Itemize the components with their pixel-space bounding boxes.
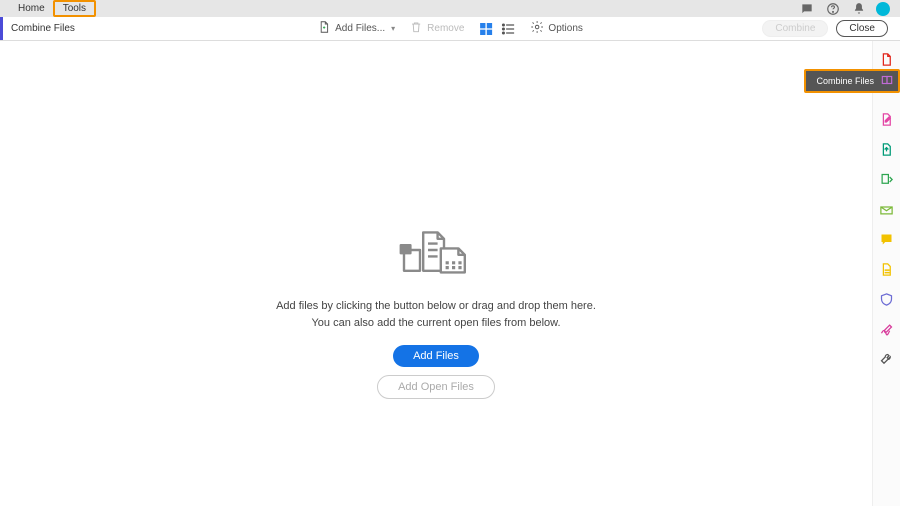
options-label: Options [548,23,582,34]
remove-tool: Remove [409,20,464,37]
combine-files-icon [880,73,894,89]
create-pdf-icon[interactable] [879,51,895,67]
scan-ocr-icon[interactable] [879,261,895,277]
top-nav: Home Tools [10,0,96,17]
help-icon[interactable] [824,0,842,18]
avatar[interactable] [876,2,890,16]
export-pdf-icon[interactable] [879,141,895,157]
drop-hint: Add files by clicking the button below o… [276,298,596,331]
hint-line-1: Add files by clicking the button below o… [276,298,596,315]
rail-flyout-label: Combine Files [816,76,874,86]
app-topbar: Home Tools [0,0,900,17]
comment-icon[interactable] [879,231,895,247]
add-open-files-button[interactable]: Add Open Files [377,375,495,399]
remove-label: Remove [427,23,464,34]
chevron-down-icon: ▾ [391,24,395,33]
tool-subbar: Combine Files Add Files... ▾ Remove [0,17,900,41]
add-file-icon [317,20,331,37]
fill-sign-icon[interactable] [879,321,895,337]
gear-icon [530,20,544,37]
notification-icon[interactable] [850,0,868,18]
add-files-button[interactable]: Add Files [393,345,479,367]
chat-icon[interactable] [798,0,816,18]
subbar-right: Combine Close [762,20,900,37]
subbar-center: Add Files... ▾ Remove Options [317,20,583,37]
drop-canvas[interactable]: Add files by clicking the button below o… [0,41,872,506]
edit-pdf-icon[interactable] [879,111,895,127]
main-area: Add files by clicking the button below o… [0,41,900,506]
organize-pages-icon[interactable] [879,171,895,187]
grid-view-button[interactable] [478,21,494,37]
nav-tools[interactable]: Tools [53,0,96,17]
protect-icon[interactable] [879,291,895,307]
add-files-label: Add Files... [335,23,385,34]
list-view-button[interactable] [500,21,516,37]
nav-home[interactable]: Home [10,0,53,17]
options-tool[interactable]: Options [530,20,582,37]
subbar-title: Combine Files [0,17,83,40]
trash-icon [409,20,423,37]
combine-button: Combine [762,20,828,37]
tools-rail: Combine Files [872,41,900,506]
files-illustration-icon [396,226,476,286]
hint-line-2: You can also add the current open files … [276,315,596,332]
send-comments-icon[interactable] [879,201,895,217]
add-files-tool[interactable]: Add Files... ▾ [317,20,395,37]
close-button[interactable]: Close [836,20,888,37]
rail-flyout-combine[interactable]: Combine Files [804,69,900,93]
more-tools-icon[interactable] [879,351,895,367]
